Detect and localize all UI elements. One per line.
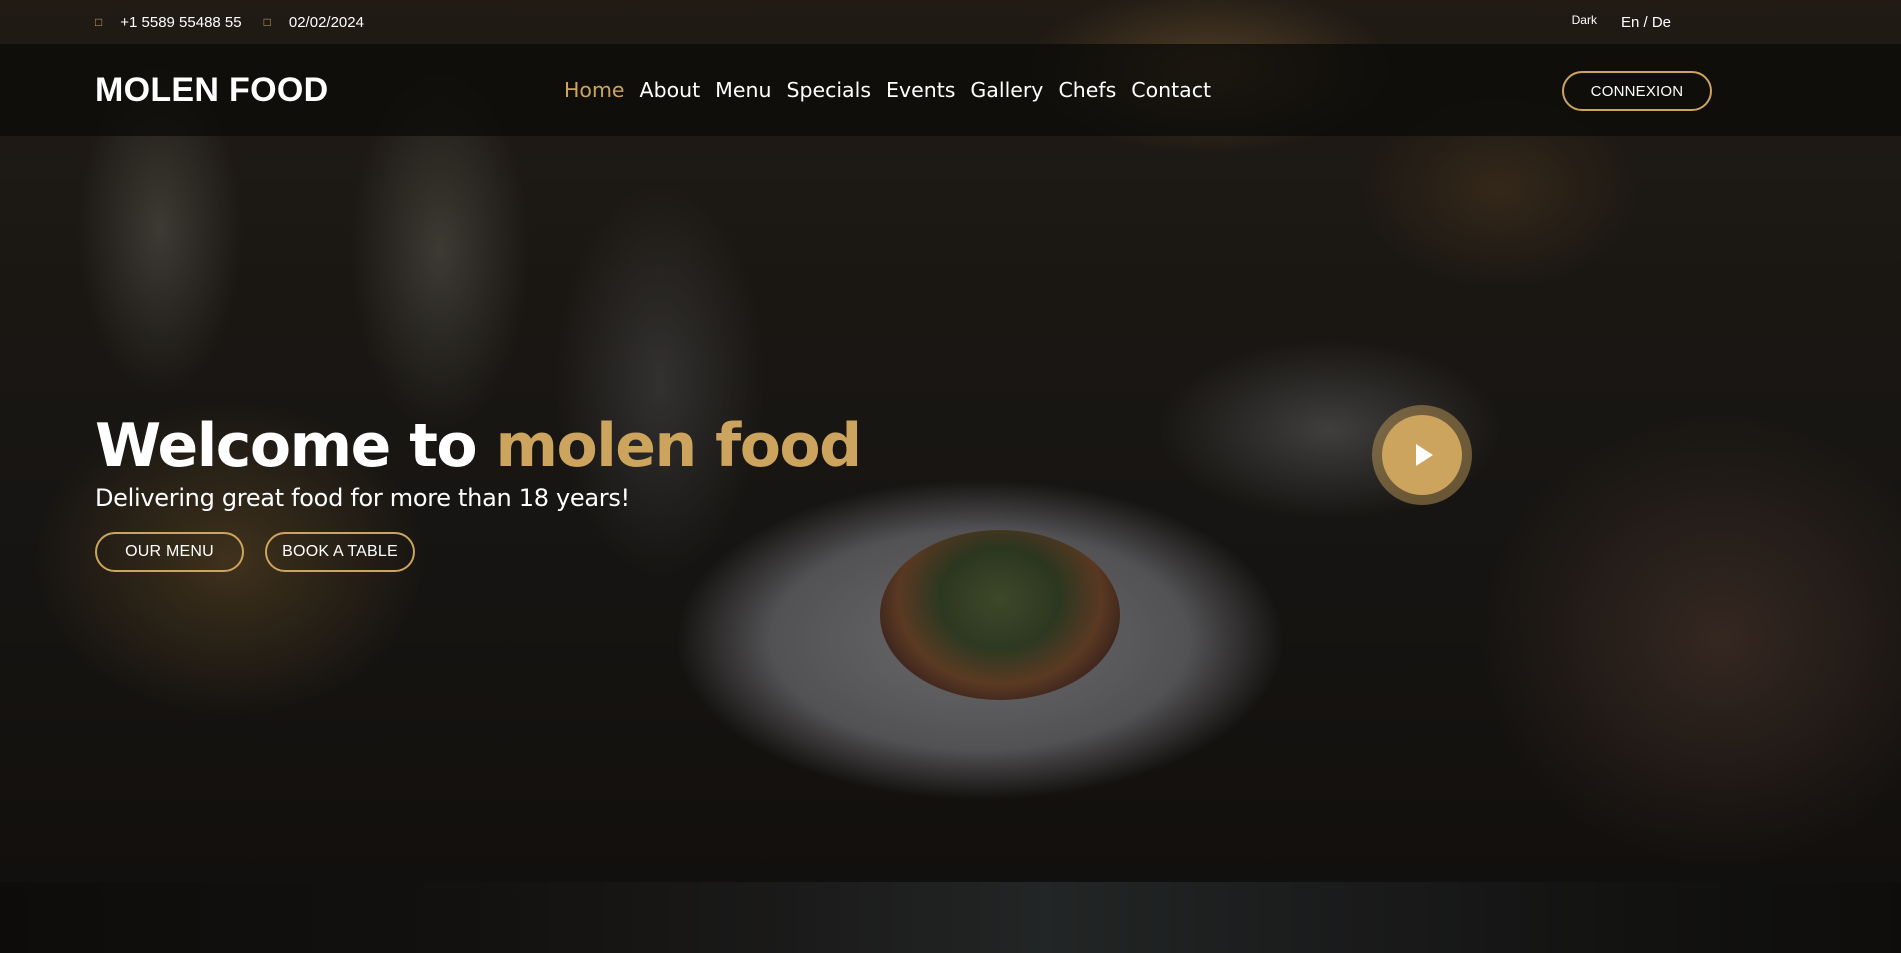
play-video-button[interactable] <box>1372 405 1472 505</box>
connexion-button[interactable]: CONNEXION <box>1562 71 1712 111</box>
hero-title-prefix: Welcome to <box>95 411 496 481</box>
current-date: 02/02/2024 <box>288 13 364 31</box>
nav-about[interactable]: About <box>640 78 701 102</box>
hero-title-accent: molen food <box>495 411 862 481</box>
dark-mode-toggle[interactable]: Dark <box>1572 13 1597 27</box>
date-info: □ 02/02/2024 <box>264 14 364 31</box>
next-section-preview <box>0 882 1901 953</box>
nav-gallery[interactable]: Gallery <box>970 78 1043 102</box>
book-table-button[interactable]: BOOK A TABLE <box>265 532 415 572</box>
nav-menu[interactable]: Menu <box>715 78 771 102</box>
site-header: MOLEN FOOD Home About Menu Specials Even… <box>0 44 1901 136</box>
nav-events[interactable]: Events <box>886 78 955 102</box>
phone-icon: □ <box>95 15 103 29</box>
site-logo[interactable]: MOLEN FOOD <box>95 71 564 110</box>
clock-icon: □ <box>263 15 271 29</box>
main-nav: Home About Menu Specials Events Gallery … <box>564 78 1226 102</box>
top-info-bar: □ +1 5589 55488 55 □ 02/02/2024 Dark En … <box>0 0 1901 44</box>
hero-buttons: OUR MENU BOOK A TABLE <box>95 532 861 572</box>
hero-subtitle: Delivering great food for more than 18 y… <box>95 484 630 512</box>
nav-specials[interactable]: Specials <box>786 78 871 102</box>
nav-contact[interactable]: Contact <box>1131 78 1211 102</box>
our-menu-button[interactable]: OUR MENU <box>95 532 244 572</box>
hero-content: Welcome to molen food Delivering great f… <box>95 408 862 572</box>
next-section-overlay <box>0 882 1901 953</box>
phone-number: +1 5589 55488 55 <box>120 13 242 31</box>
nav-chefs[interactable]: Chefs <box>1058 78 1116 102</box>
language-switcher[interactable]: En / De <box>1621 14 1671 31</box>
play-icon <box>1416 444 1433 466</box>
nav-home[interactable]: Home <box>564 78 625 102</box>
topbar-controls: Dark En / De <box>1572 13 1671 31</box>
play-button-circle[interactable] <box>1382 415 1462 495</box>
phone-info: □ +1 5589 55488 55 <box>95 14 242 31</box>
hero-title: Welcome to molen food <box>95 408 862 484</box>
